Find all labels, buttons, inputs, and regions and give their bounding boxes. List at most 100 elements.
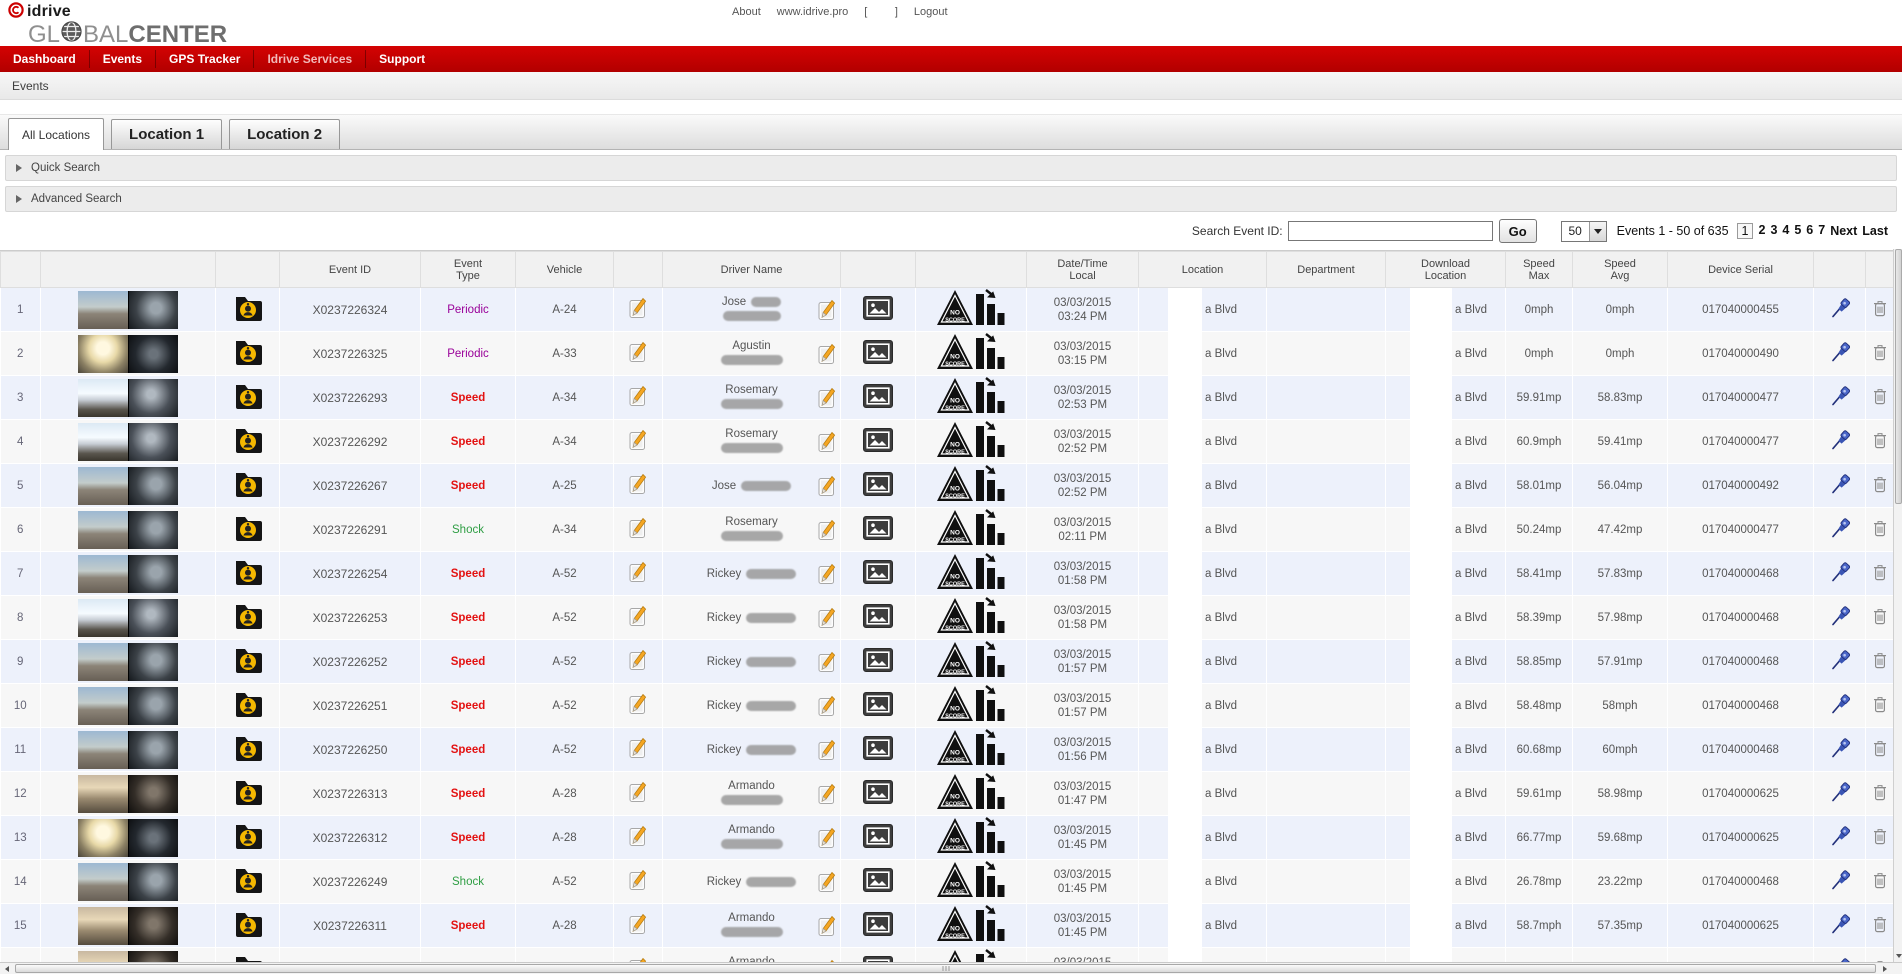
logout-link[interactable]: Logout xyxy=(914,6,948,18)
driver-folder-icon[interactable] xyxy=(231,910,265,938)
site-link[interactable]: www.idrive.pro xyxy=(777,6,849,18)
photo-icon[interactable] xyxy=(863,560,893,584)
driver-edit-icon[interactable] xyxy=(818,871,837,893)
no-score-icon[interactable]: NOSCORE xyxy=(936,640,1006,680)
no-score-icon[interactable]: NOSCORE xyxy=(936,376,1006,416)
last-page-link[interactable]: Last xyxy=(1862,224,1888,238)
vehicle-edit-icon[interactable] xyxy=(629,649,648,671)
no-score-icon[interactable]: NOSCORE xyxy=(936,684,1006,724)
trash-icon[interactable] xyxy=(1873,872,1887,889)
page-number[interactable]: 3 xyxy=(1770,223,1777,239)
about-link[interactable]: About xyxy=(732,6,761,18)
trash-icon[interactable] xyxy=(1873,564,1887,581)
horizontal-scrollbar[interactable] xyxy=(0,962,1902,974)
driver-edit-icon[interactable] xyxy=(818,343,837,365)
driver-folder-icon[interactable] xyxy=(231,338,265,366)
photo-icon[interactable] xyxy=(863,340,893,364)
event-thumbnail[interactable] xyxy=(78,731,178,769)
vehicle-edit-icon[interactable] xyxy=(629,605,648,627)
driver-edit-icon[interactable] xyxy=(818,299,837,321)
scroll-left-arrow[interactable] xyxy=(0,964,14,974)
event-thumbnail[interactable] xyxy=(78,819,178,857)
driver-edit-icon[interactable] xyxy=(818,651,837,673)
trash-icon[interactable] xyxy=(1873,652,1887,669)
driver-edit-icon[interactable] xyxy=(818,695,837,717)
search-event-id-input[interactable] xyxy=(1288,221,1493,241)
driver-folder-icon[interactable] xyxy=(231,778,265,806)
photo-icon[interactable] xyxy=(863,516,893,540)
quick-search-panel[interactable]: Quick Search xyxy=(5,155,1897,181)
driver-edit-icon[interactable] xyxy=(818,739,837,761)
photo-icon[interactable] xyxy=(863,780,893,804)
event-thumbnail[interactable] xyxy=(78,335,178,373)
vehicle-edit-icon[interactable] xyxy=(629,473,648,495)
driver-folder-icon[interactable] xyxy=(231,822,265,850)
driver-edit-icon[interactable] xyxy=(818,431,837,453)
driver-folder-icon[interactable] xyxy=(231,690,265,718)
photo-icon[interactable] xyxy=(863,604,893,628)
pin-icon[interactable] xyxy=(1830,649,1850,671)
trash-icon[interactable] xyxy=(1873,432,1887,449)
pin-icon[interactable] xyxy=(1830,473,1850,495)
vehicle-edit-icon[interactable] xyxy=(629,385,648,407)
vehicle-edit-icon[interactable] xyxy=(629,341,648,363)
event-thumbnail[interactable] xyxy=(78,467,178,505)
event-thumbnail[interactable] xyxy=(78,599,178,637)
pin-icon[interactable] xyxy=(1830,781,1850,803)
event-thumbnail[interactable] xyxy=(78,291,178,329)
vertical-scrollbar-thumb[interactable] xyxy=(1895,249,1902,504)
vehicle-edit-icon[interactable] xyxy=(629,737,648,759)
go-button[interactable]: Go xyxy=(1499,219,1537,243)
no-score-icon[interactable]: NOSCORE xyxy=(936,288,1006,328)
pin-icon[interactable] xyxy=(1830,737,1850,759)
photo-icon[interactable] xyxy=(863,384,893,408)
tab-location-2[interactable]: Location 2 xyxy=(229,119,340,149)
no-score-icon[interactable]: NOSCORE xyxy=(936,464,1006,504)
vehicle-edit-icon[interactable] xyxy=(629,429,648,451)
photo-icon[interactable] xyxy=(863,472,893,496)
pin-icon[interactable] xyxy=(1830,297,1850,319)
vehicle-edit-icon[interactable] xyxy=(629,517,648,539)
vehicle-edit-icon[interactable] xyxy=(629,825,648,847)
trash-icon[interactable] xyxy=(1873,344,1887,361)
page-number[interactable]: 1 xyxy=(1737,223,1754,239)
pin-icon[interactable] xyxy=(1830,385,1850,407)
driver-folder-icon[interactable] xyxy=(231,646,265,674)
trash-icon[interactable] xyxy=(1873,784,1887,801)
event-thumbnail[interactable] xyxy=(78,555,178,593)
scroll-right-arrow[interactable] xyxy=(1878,964,1892,974)
page-size-select[interactable]: 50 xyxy=(1561,221,1607,242)
photo-icon[interactable] xyxy=(863,912,893,936)
event-thumbnail[interactable] xyxy=(78,687,178,725)
trash-icon[interactable] xyxy=(1873,740,1887,757)
event-thumbnail[interactable] xyxy=(78,511,178,549)
tab-all-locations[interactable]: All Locations xyxy=(8,118,104,150)
photo-icon[interactable] xyxy=(863,868,893,892)
driver-folder-icon[interactable] xyxy=(231,558,265,586)
no-score-icon[interactable]: NOSCORE xyxy=(936,332,1006,372)
no-score-icon[interactable]: NOSCORE xyxy=(936,904,1006,944)
advanced-search-panel[interactable]: Advanced Search xyxy=(5,186,1897,212)
event-thumbnail[interactable] xyxy=(78,379,178,417)
no-score-icon[interactable]: NOSCORE xyxy=(936,420,1006,460)
driver-edit-icon[interactable] xyxy=(818,783,837,805)
driver-folder-icon[interactable] xyxy=(231,426,265,454)
nav-item-gps-tracker[interactable]: GPS Tracker xyxy=(156,46,253,72)
page-number[interactable]: 2 xyxy=(1758,223,1765,239)
pin-icon[interactable] xyxy=(1830,517,1850,539)
trash-icon[interactable] xyxy=(1873,696,1887,713)
photo-icon[interactable] xyxy=(863,692,893,716)
nav-item-support[interactable]: Support xyxy=(366,46,438,72)
trash-icon[interactable] xyxy=(1873,608,1887,625)
trash-icon[interactable] xyxy=(1873,476,1887,493)
driver-folder-icon[interactable] xyxy=(231,734,265,762)
page-number[interactable]: 6 xyxy=(1806,223,1813,239)
vehicle-edit-icon[interactable] xyxy=(629,297,648,319)
pin-icon[interactable] xyxy=(1830,913,1850,935)
driver-folder-icon[interactable] xyxy=(231,866,265,894)
scroll-down-arrow[interactable] xyxy=(1894,951,1902,961)
page-number[interactable]: 5 xyxy=(1794,223,1801,239)
horizontal-scrollbar-thumb[interactable] xyxy=(15,964,1876,973)
pin-icon[interactable] xyxy=(1830,341,1850,363)
no-score-icon[interactable]: NOSCORE xyxy=(936,508,1006,548)
